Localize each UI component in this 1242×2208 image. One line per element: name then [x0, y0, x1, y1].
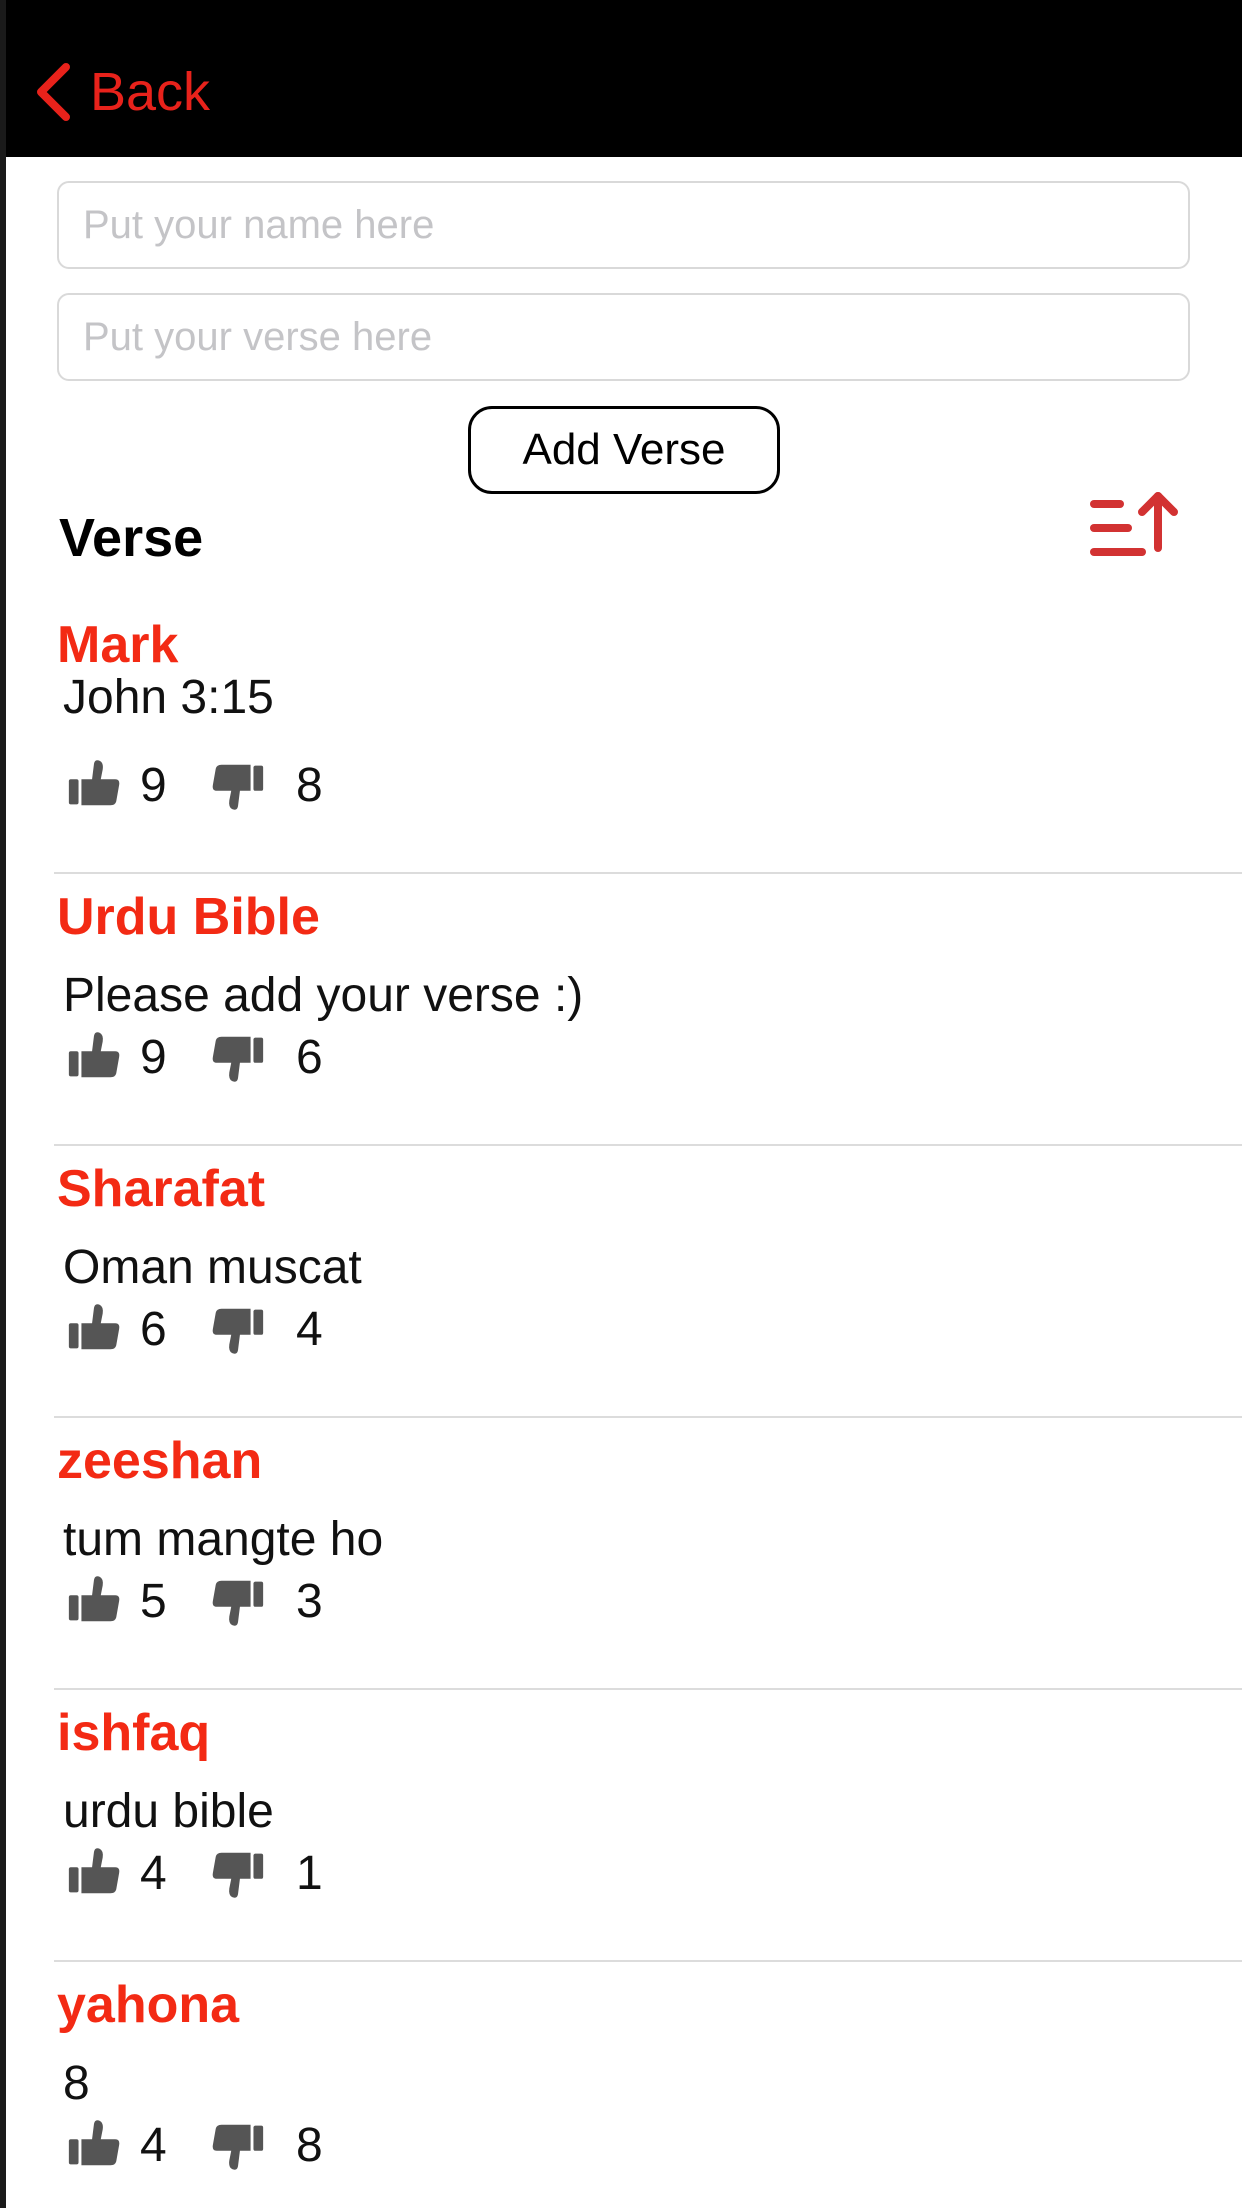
verse-author: Mark: [57, 616, 179, 674]
thumbs-down-icon: [212, 764, 264, 810]
vote-bar: 9 6: [64, 1022, 352, 1092]
dislike-button[interactable]: [208, 750, 268, 820]
back-label: Back: [90, 62, 211, 122]
dislike-count: 3: [296, 1574, 323, 1628]
back-button[interactable]: Back: [32, 56, 210, 128]
thumbs-up-icon: [68, 760, 120, 806]
verse-author: Urdu Bible: [57, 888, 320, 946]
name-input[interactable]: [57, 181, 1190, 269]
thumbs-up-icon: [68, 1848, 120, 1894]
like-count: 6: [140, 1302, 167, 1356]
like-button[interactable]: [64, 1566, 124, 1636]
section-title: Verse: [59, 508, 204, 568]
like-count: 4: [140, 2118, 167, 2172]
like-button[interactable]: [64, 1022, 124, 1092]
dislike-count: 1: [296, 1846, 323, 1900]
thumbs-down-icon: [212, 1308, 264, 1354]
navigation-bar: Back: [6, 0, 1242, 157]
thumbs-up-icon: [68, 1576, 120, 1622]
verse-text: 8: [63, 2057, 90, 2110]
verse-text: urdu bible: [63, 1785, 274, 1838]
dislike-button[interactable]: [208, 1838, 268, 1908]
like-count: 5: [140, 1574, 167, 1628]
thumbs-up-icon: [68, 1032, 120, 1078]
dislike-button[interactable]: [208, 1566, 268, 1636]
vote-bar: 4 8: [64, 2110, 352, 2180]
verse-list-item: Sharafat Oman muscat 6 4: [54, 1146, 1242, 1418]
dislike-count: 6: [296, 1030, 323, 1084]
dislike-count: 4: [296, 1302, 323, 1356]
verse-text: Please add your verse :): [63, 969, 584, 1022]
verse-author: yahona: [57, 1976, 240, 2034]
vote-bar: 4 1: [64, 1838, 352, 1908]
app-screen: Back Add Verse Verse Mark John 3:15: [6, 0, 1242, 2208]
thumbs-down-icon: [212, 2124, 264, 2170]
verse-list-item: ishfaq urdu bible 4 1: [54, 1690, 1242, 1962]
vote-bar: 5 3: [64, 1566, 352, 1636]
like-button[interactable]: [64, 1294, 124, 1364]
verse-list-item: Urdu Bible Please add your verse :) 9 6: [54, 874, 1242, 1146]
like-count: 4: [140, 1846, 167, 1900]
thumbs-up-icon: [68, 2120, 120, 2166]
chevron-left-icon: [37, 63, 70, 121]
sort-button[interactable]: [1080, 484, 1180, 564]
dislike-button[interactable]: [208, 1022, 268, 1092]
dislike-button[interactable]: [208, 2110, 268, 2180]
like-count: 9: [140, 1030, 167, 1084]
thumbs-down-icon: [212, 1036, 264, 1082]
verse-list: Mark John 3:15 9 8 Urdu Bible Please add…: [6, 602, 1242, 2208]
verse-author: zeeshan: [57, 1432, 263, 1490]
verse-author: ishfaq: [57, 1704, 211, 1762]
dislike-count: 8: [296, 2118, 323, 2172]
verse-input[interactable]: [57, 293, 1190, 381]
verse-text: Oman muscat: [63, 1241, 362, 1294]
verse-list-item: yahona 8 4 8: [54, 1962, 1242, 2208]
verse-author: Sharafat: [57, 1160, 266, 1218]
vote-bar: 9 8: [64, 750, 352, 820]
verse-list-item: Mark John 3:15 9 8: [54, 602, 1242, 874]
thumbs-down-icon: [212, 1580, 264, 1626]
like-button[interactable]: [64, 2110, 124, 2180]
like-count: 9: [140, 758, 167, 812]
sort-ascending-icon: [1090, 492, 1178, 556]
verse-text: tum mangte ho: [63, 1513, 384, 1566]
dislike-button[interactable]: [208, 1294, 268, 1364]
thumbs-down-icon: [212, 1852, 264, 1898]
like-button[interactable]: [64, 1838, 124, 1908]
add-verse-button[interactable]: Add Verse: [468, 406, 780, 494]
verse-text: John 3:15: [63, 671, 274, 724]
vote-bar: 6 4: [64, 1294, 352, 1364]
dislike-count: 8: [296, 758, 323, 812]
thumbs-up-icon: [68, 1304, 120, 1350]
verse-list-item: zeeshan tum mangte ho 5 3: [54, 1418, 1242, 1690]
like-button[interactable]: [64, 750, 124, 820]
